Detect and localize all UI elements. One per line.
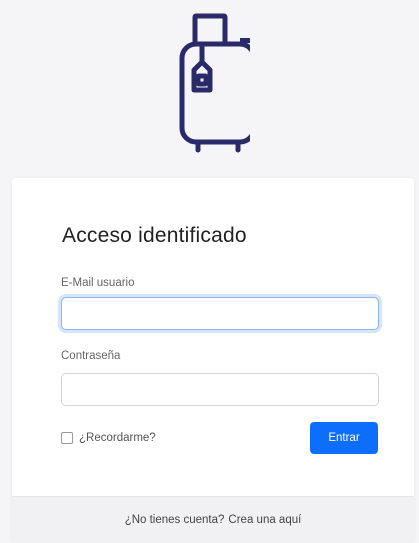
- email-label: E-Mail usuario: [61, 277, 135, 289]
- signup-link[interactable]: Crea una aquí: [228, 514, 301, 526]
- submit-button[interactable]: Entrar: [310, 422, 378, 454]
- email-field[interactable]: [61, 297, 379, 330]
- remember-me[interactable]: ¿Recordarme?: [61, 430, 156, 446]
- login-card: Acceso identificado E-Mail usuario Contr…: [12, 178, 414, 543]
- login-title: Acceso identificado: [62, 224, 247, 247]
- password-field[interactable]: [61, 373, 379, 406]
- remember-checkbox[interactable]: [61, 432, 73, 444]
- logo-area: [0, 0, 419, 170]
- signup-prompt: ¿No tienes cuenta?: [124, 514, 225, 526]
- suitcase-icon: [179, 13, 250, 153]
- password-label: Contraseña: [61, 350, 121, 362]
- signup-footer: ¿No tienes cuenta? Crea una aquí: [12, 496, 414, 543]
- remember-label: ¿Recordarme?: [79, 432, 156, 444]
